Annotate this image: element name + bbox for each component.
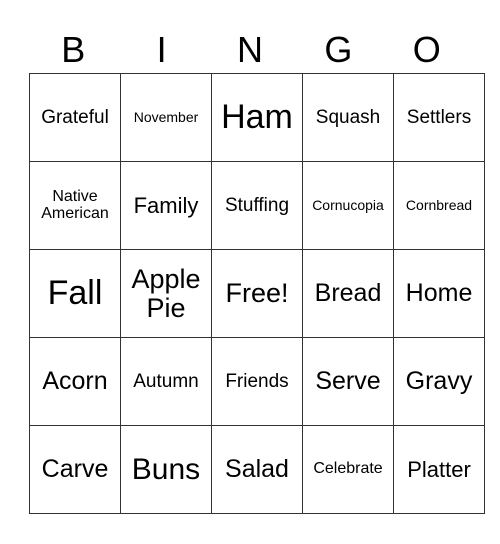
bingo-cell[interactable]: Bread xyxy=(302,249,394,338)
bingo-cell[interactable]: Settlers xyxy=(393,73,485,162)
bingo-cell[interactable]: Friends xyxy=(211,337,303,426)
bingo-header: B I N G O xyxy=(29,26,471,74)
grid-row: Fall Apple Pie Free! Bread Home xyxy=(29,249,485,338)
bingo-cell[interactable]: Apple Pie xyxy=(120,249,212,338)
bingo-cell[interactable]: November xyxy=(120,73,212,162)
grid-row: Native American Family Stuffing Cornucop… xyxy=(29,161,485,250)
bingo-cell[interactable]: Fall xyxy=(29,249,121,338)
bingo-cell[interactable]: Squash xyxy=(302,73,394,162)
bingo-cell[interactable]: Family xyxy=(120,161,212,250)
bingo-cell[interactable]: Gravy xyxy=(393,337,485,426)
bingo-cell[interactable]: Cornucopia xyxy=(302,161,394,250)
bingo-cell[interactable]: Platter xyxy=(393,425,485,514)
bingo-cell[interactable]: Native American xyxy=(29,161,121,250)
header-letter-i: I xyxy=(156,29,167,70)
grid-row: Acorn Autumn Friends Serve Gravy xyxy=(29,337,485,426)
header-letter-o: O xyxy=(412,29,441,70)
bingo-cell[interactable]: Acorn xyxy=(29,337,121,426)
bingo-cell[interactable]: Buns xyxy=(120,425,212,514)
bingo-cell[interactable]: Cornbread xyxy=(393,161,485,250)
bingo-cell[interactable]: Autumn xyxy=(120,337,212,426)
bingo-cell[interactable]: Grateful xyxy=(29,73,121,162)
bingo-cell[interactable]: Ham xyxy=(211,73,303,162)
bingo-cell[interactable]: Salad xyxy=(211,425,303,514)
bingo-grid: Grateful November Ham Squash Settlers Na… xyxy=(29,73,485,514)
bingo-cell[interactable]: Celebrate xyxy=(302,425,394,514)
bingo-cell[interactable]: Home xyxy=(393,249,485,338)
bingo-cell[interactable]: Serve xyxy=(302,337,394,426)
header-letter-n: N xyxy=(236,29,263,70)
grid-row: Grateful November Ham Squash Settlers xyxy=(29,73,485,162)
bingo-cell[interactable]: Stuffing xyxy=(211,161,303,250)
bingo-cell[interactable]: Carve xyxy=(29,425,121,514)
grid-row: Carve Buns Salad Celebrate Platter xyxy=(29,425,485,514)
free-space-cell[interactable]: Free! xyxy=(211,249,303,338)
header-letter-g: G xyxy=(324,29,353,70)
header-letter-b: B xyxy=(61,29,86,70)
